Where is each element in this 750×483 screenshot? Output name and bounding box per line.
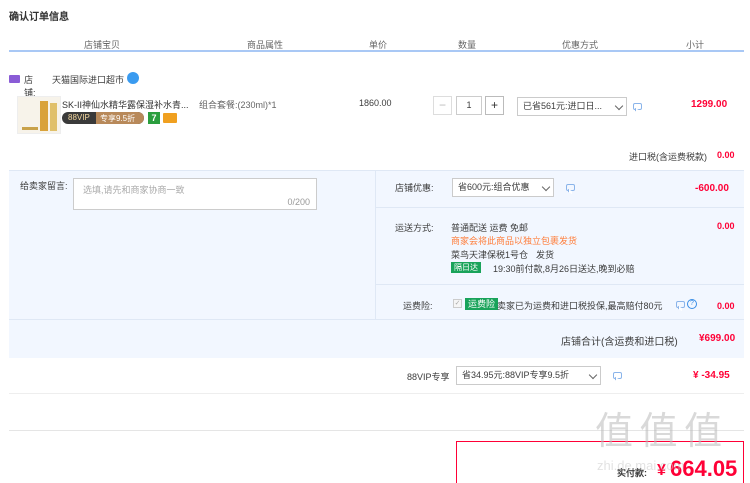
shipping-note: 商家会将此商品以独立包裹发货 [451, 236, 578, 246]
item-discount-info-icon[interactable] [633, 103, 642, 110]
vip88-info-icon[interactable] [613, 372, 622, 379]
message-counter: 0/200 [287, 197, 310, 207]
col-header-attr: 商品属性 [247, 40, 284, 50]
product-image[interactable] [17, 96, 61, 134]
insurance-tag: 运费险 [465, 298, 499, 310]
item-subtotal: 1299.00 [691, 99, 728, 110]
wangwang-icon[interactable] [127, 72, 139, 84]
shop-discount-info-icon[interactable] [566, 184, 575, 191]
page-title: 确认订单信息 [9, 12, 69, 23]
tax-value: 0.00 [717, 150, 735, 160]
insurance-value: 0.00 [717, 301, 735, 311]
product-title[interactable]: SK-II神仙水精华露保湿补水青... [62, 98, 189, 111]
shop-name[interactable]: 天猫国际进口超市 [52, 73, 124, 86]
product-attr: 组合套餐:(230ml)*1 [199, 100, 277, 110]
insurance-info-icon[interactable] [676, 301, 685, 308]
shop-discount-select[interactable]: 省600元:组合优惠 [452, 178, 554, 197]
vip88-select[interactable]: 省34.95元:88VIP专享9.5折 [456, 366, 601, 385]
insurance-checkbox[interactable]: ✓ [453, 299, 462, 308]
insurance-desc: 卖家已为运费和进口税投保,最高赔付80元 [497, 301, 663, 311]
seven-day-return-icon: 7 [148, 112, 160, 124]
shop-total-value: ¥699.00 [699, 333, 736, 344]
delivery-eta: 19:30前付款,8月26日送达,晚到必赔 [493, 264, 635, 274]
unit-price: 1860.00 [359, 98, 392, 108]
vip88-label: 88VIP专享 [407, 372, 450, 382]
col-header-qty: 数量 [458, 40, 477, 50]
shop-total-label: 店铺合计(含运费和进口税) [561, 337, 678, 348]
col-header-price: 单价 [369, 40, 388, 50]
vip88-row: 88VIP专享 省34.95元:88VIP专享9.5折 ¥ -34.95 [9, 358, 744, 394]
vip88-value: ¥ -34.95 [693, 370, 730, 381]
quantity-stepper: − 1 + [433, 96, 504, 116]
shipping-label: 运送方式: [395, 223, 434, 233]
shipping-method: 普通配送 运费 免邮 [451, 223, 529, 233]
right-column-divider [375, 171, 376, 319]
qty-minus-button[interactable]: − [433, 96, 452, 115]
shop-discount-label: 店铺优惠: [395, 183, 434, 193]
shipping-value: 0.00 [717, 221, 735, 231]
help-icon[interactable]: ? [687, 299, 697, 309]
tax-label: 进口税(含运费税款) [629, 152, 707, 162]
qty-plus-button[interactable]: + [485, 96, 504, 115]
message-textarea[interactable]: 选填,请先和商家协商一致 0/200 [73, 178, 317, 210]
next-day-tag: 隔日达 [451, 262, 481, 273]
col-header-discount: 优惠方式 [562, 40, 599, 50]
card-icon [163, 113, 177, 123]
item-discount-select[interactable]: 已省561元:进口日... [517, 97, 627, 116]
warehouse: 菜鸟天津保税1号仓 [451, 250, 529, 260]
vip-badge: 88VIP 专享9.5折 [62, 112, 144, 124]
warehouse-action: 发货 [536, 250, 555, 260]
shop-discount-value: -600.00 [695, 183, 729, 194]
table-header: 店铺宝贝 商品属性 单价 数量 优惠方式 小计 [9, 36, 744, 52]
order-detail-panel: 给卖家留言: 选填,请先和商家协商一致 0/200 店铺优惠: 省600元:组合… [9, 170, 744, 358]
message-label: 给卖家留言: [20, 181, 68, 191]
qty-input[interactable]: 1 [456, 96, 482, 115]
item-row: SK-II神仙水精华露保湿补水青... 88VIP 专享9.5折 7 组合套餐:… [9, 90, 744, 170]
shop-icon [9, 75, 20, 83]
insurance-label: 运费险: [403, 301, 433, 311]
col-header-subtotal: 小计 [686, 40, 705, 50]
col-header-item: 店铺宝贝 [84, 40, 121, 50]
